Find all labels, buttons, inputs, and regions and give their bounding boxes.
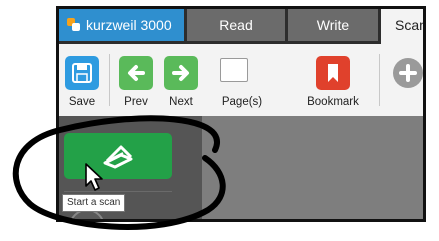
app-logo-tab[interactable]: kurzweil 3000 (59, 9, 184, 41)
start-scan-button[interactable] (64, 133, 172, 179)
app-name: kurzweil 3000 (86, 17, 172, 33)
scanner-icon (103, 145, 133, 169)
plus-icon (393, 58, 423, 88)
save-icon (65, 56, 99, 90)
pages-button[interactable]: Page(s) (216, 44, 268, 116)
sidebar-divider (64, 191, 172, 192)
app-window: kurzweil 3000 Read Write Scan Save Prev … (56, 6, 426, 222)
tab-bar: kurzweil 3000 Read Write Scan (59, 9, 423, 44)
next-button[interactable]: Next (159, 44, 203, 116)
prev-button[interactable]: Prev (113, 44, 159, 116)
toolbar: Save Prev Next Page(s) Bookmark (59, 44, 423, 116)
toolbar-divider (109, 54, 110, 106)
tab-write[interactable]: Write (288, 9, 378, 41)
tab-read[interactable]: Read (187, 9, 285, 41)
kurzweil-logo-icon (67, 18, 81, 32)
mouse-cursor-icon (85, 163, 103, 191)
page-icon (220, 58, 248, 82)
toolbar-divider (379, 54, 380, 106)
pages-label: Page(s) (221, 96, 263, 108)
save-label: Save (68, 96, 96, 108)
arrow-left-icon (119, 56, 153, 90)
bookmark-button[interactable]: Bookmark (303, 44, 363, 116)
tab-scan[interactable]: Scan (381, 9, 423, 44)
prev-label: Prev (124, 96, 148, 108)
next-label: Next (169, 96, 193, 108)
start-scan-tooltip: Start a scan (62, 194, 126, 212)
arrow-right-icon (164, 56, 198, 90)
bookmark-icon (316, 56, 350, 90)
save-button[interactable]: Save (59, 44, 105, 116)
bookmark-label: Bookmark (307, 96, 359, 108)
add-button[interactable] (385, 44, 423, 116)
